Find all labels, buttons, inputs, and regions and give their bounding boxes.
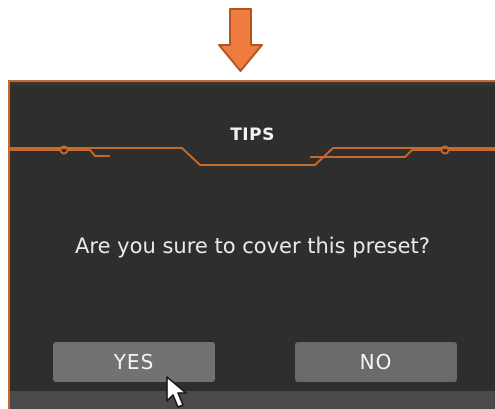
confirm-dialog: TIPS Are you sure to cover this preset? … xyxy=(8,80,495,409)
down-arrow-icon xyxy=(218,8,263,72)
screenshot-stage: TIPS Are you sure to cover this preset? … xyxy=(0,0,495,409)
mouse-pointer-icon xyxy=(166,376,187,408)
dialog-message: Are you sure to cover this preset? xyxy=(75,234,430,258)
no-button[interactable]: NO xyxy=(295,342,457,382)
dialog-top-edge xyxy=(10,82,495,88)
title-ornament-icon xyxy=(10,145,495,166)
dialog-bottom-strip xyxy=(10,391,495,409)
